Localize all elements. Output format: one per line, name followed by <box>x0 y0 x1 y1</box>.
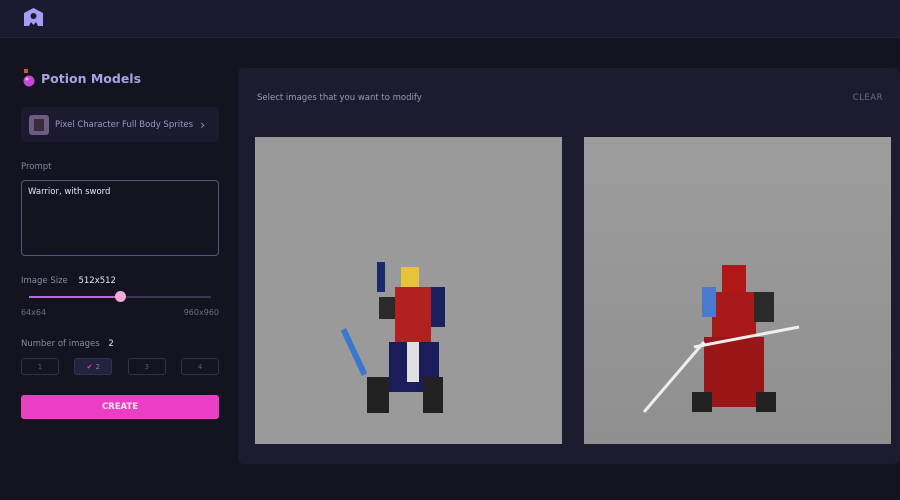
page-title: Potion Models <box>21 66 219 90</box>
num-images-value: 2 <box>108 339 114 349</box>
selection-hint: Select images that you want to modify <box>257 93 422 103</box>
sprite-warrior-blonde <box>340 262 445 413</box>
prompt-label: Prompt <box>21 162 52 172</box>
slider-max: 960x960 <box>183 308 219 317</box>
option-label: 2 <box>95 362 100 371</box>
num-images-option-4[interactable]: 4 <box>180 358 219 375</box>
image-size-row: Image Size 512x512 <box>21 276 219 286</box>
image-size-value: 512x512 <box>78 276 116 286</box>
num-images-option-1[interactable]: 1 <box>21 358 59 375</box>
prompt-input[interactable]: Warrior, with sword <box>21 180 219 256</box>
chevron-right-icon: › <box>200 117 205 132</box>
num-images-row: Number of images 2 <box>21 339 219 349</box>
option-label: 4 <box>197 362 203 371</box>
option-label: 3 <box>144 362 149 371</box>
slider-handle[interactable] <box>115 291 126 302</box>
option-label: 1 <box>37 362 43 371</box>
clear-button[interactable]: CLEAR <box>853 93 883 103</box>
ghost-logo-icon[interactable] <box>24 8 43 26</box>
slider-range: 64x64 960x960 <box>21 308 219 317</box>
num-images-options: 1 ✔ 2 3 4 <box>21 358 219 375</box>
results-panel: Select images that you want to modify CL… <box>238 68 900 464</box>
num-images-label: Number of images <box>21 339 100 349</box>
model-thumbnail <box>29 114 49 135</box>
num-images-option-2[interactable]: ✔ 2 <box>74 358 113 375</box>
check-icon: ✔ <box>86 362 93 371</box>
num-images-option-3[interactable]: 3 <box>127 358 166 375</box>
generated-image-2[interactable] <box>584 137 891 444</box>
model-label: Pixel Character Full Body Sprites <box>55 119 194 130</box>
slider-fill <box>29 296 120 298</box>
create-button[interactable]: CREATE <box>21 395 219 419</box>
generated-image-1[interactable] <box>255 137 562 444</box>
slider-min: 64x64 <box>21 308 47 317</box>
model-selector[interactable]: Pixel Character Full Body Sprites › <box>21 107 219 142</box>
image-size-label: Image Size <box>21 276 68 286</box>
image-size-slider[interactable] <box>29 290 211 304</box>
potion-icon <box>23 69 35 87</box>
sprite-warrior-red <box>642 265 800 413</box>
sidebar: Potion Models Pixel Character Full Body … <box>21 66 219 419</box>
top-bar <box>0 0 900 38</box>
